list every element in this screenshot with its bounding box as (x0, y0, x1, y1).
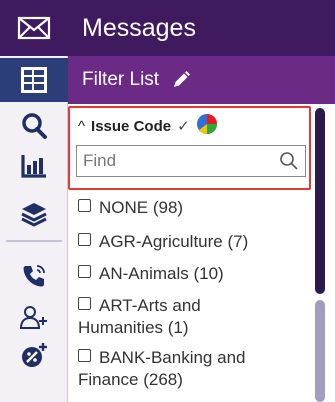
rail-divider (6, 240, 62, 242)
page-header: Messages (68, 0, 335, 56)
checkbox[interactable] (78, 233, 91, 246)
mail-icon[interactable] (0, 6, 68, 50)
list-item[interactable]: AN-Animals (10) (78, 263, 298, 285)
icon-rail (0, 0, 68, 402)
pencil-icon[interactable] (171, 70, 191, 90)
report-chart-icon[interactable] (0, 144, 68, 188)
checkbox[interactable] (78, 297, 91, 310)
checkbox[interactable] (78, 199, 91, 212)
layers-icon[interactable] (0, 192, 68, 236)
find-field[interactable] (76, 145, 306, 177)
scrollbar-track[interactable] (315, 300, 325, 402)
phone-icon[interactable] (0, 254, 68, 298)
find-input[interactable] (77, 146, 267, 176)
list-item[interactable]: BANK-Banking and Finance (268) (68, 347, 268, 391)
checkmark-icon[interactable]: ✓ (177, 117, 190, 135)
pie-chart-icon[interactable] (196, 113, 218, 139)
caret-up-icon[interactable]: ^ (78, 118, 85, 135)
search-icon (279, 151, 299, 176)
issue-code-header[interactable]: ^ Issue Code ✓ (78, 114, 218, 138)
checkbox[interactable] (78, 349, 91, 362)
page-title: Messages (82, 13, 196, 42)
list-item[interactable]: NONE (98) (78, 197, 298, 219)
filter-list-title: Filter List (82, 69, 160, 90)
list-item[interactable]: ART-Arts and Humanities (1) (68, 295, 268, 339)
list-item[interactable]: AGR-Agriculture (7) (78, 231, 298, 253)
issue-code-label: Issue Code (91, 117, 172, 135)
add-tag-icon[interactable] (0, 334, 68, 378)
filter-list-icon[interactable] (0, 58, 68, 102)
filter-panel: ^ Issue Code ✓ NONE (98) AGR-Agriculture… (68, 104, 335, 402)
checkbox[interactable] (78, 265, 91, 278)
search-icon[interactable] (0, 104, 68, 148)
scrollbar-thumb[interactable] (315, 108, 325, 294)
filter-list-bar[interactable]: Filter List (68, 56, 335, 104)
